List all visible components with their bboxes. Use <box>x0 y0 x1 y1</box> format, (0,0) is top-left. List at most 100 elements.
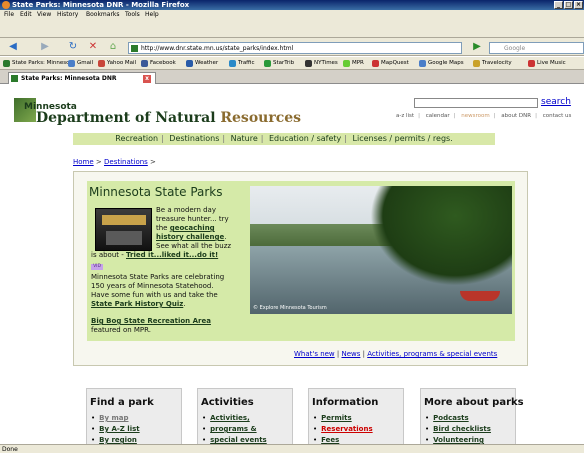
toplink-az[interactable]: a-z list <box>396 113 414 119</box>
news-links: What's new | News | Activities, programs… <box>294 350 498 358</box>
weather-icon <box>186 60 193 67</box>
news-link[interactable]: News <box>341 350 360 358</box>
feature-text: is about - Tried it...liked it...do it! <box>91 251 219 259</box>
breadcrumb: Home > Destinations > <box>73 158 156 166</box>
traffic-icon <box>229 60 236 67</box>
list-item[interactable]: Podcasts <box>425 413 491 424</box>
bookmark-item[interactable]: Live Music <box>528 57 566 69</box>
whats-new-link[interactable]: What's new <box>294 350 335 358</box>
list-item[interactable]: Permits <box>313 413 373 424</box>
bookmark-item[interactable]: Gmail <box>68 57 93 69</box>
bookmark-item[interactable]: MPR <box>343 57 364 69</box>
list-item[interactable]: By map <box>91 413 140 424</box>
list-item[interactable]: Bird checklists <box>425 424 491 435</box>
bookmark-item[interactable]: Facebook <box>141 57 176 69</box>
toplink-newsroom[interactable]: newsroom <box>461 113 489 119</box>
box-title: Activities <box>201 397 254 408</box>
window-titlebar: State Parks: Minnesota DNR - Mozilla Fir… <box>0 0 584 10</box>
main-nav: Recreation | Destinations | Nature | Educat… <box>73 133 495 145</box>
canoe-image <box>460 291 500 301</box>
history-quiz-link[interactable]: State Park History Quiz <box>91 300 183 308</box>
history-challenge-link[interactable]: history challenge <box>156 233 224 241</box>
menu-tools[interactable]: Tools <box>125 10 140 20</box>
bookmark-item[interactable]: Travelocity <box>473 57 512 69</box>
nytimes-icon <box>305 60 312 67</box>
nav-recreation[interactable]: Recreation <box>115 134 158 143</box>
feature-text: See what all the buzz <box>156 242 232 250</box>
startrib-icon <box>264 60 271 67</box>
menu-view[interactable]: View <box>37 10 51 20</box>
activities-box: Activities Activities, programs & specia… <box>197 388 293 444</box>
tab-state-parks[interactable]: State Parks: Minnesota DNR x <box>8 72 156 84</box>
lake-canoe-photo[interactable]: © Explore Minnesota Tourism <box>250 186 512 314</box>
home-icon[interactable]: ⌂ <box>106 41 120 53</box>
menu-bookmarks[interactable]: Bookmarks <box>86 10 120 20</box>
list-item[interactable]: By region <box>91 435 140 444</box>
big-bog-link[interactable]: Big Bog State Recreation Area <box>91 317 211 325</box>
bookmark-item[interactable]: Google Maps <box>419 57 464 69</box>
toplink-calendar[interactable]: calendar <box>426 113 450 119</box>
stop-icon[interactable]: ✕ <box>86 41 100 53</box>
bookmarks-toolbar: State Parks: Minneso... Gmail Yahoo Mail… <box>0 57 584 70</box>
google-maps-icon <box>419 60 426 67</box>
list-item[interactable]: Fees <box>313 435 373 444</box>
back-icon[interactable]: ◀ <box>6 41 20 53</box>
travelocity-icon <box>473 60 480 67</box>
bookmark-item[interactable]: MapQuest <box>372 57 409 69</box>
search-input[interactable]: Google <box>489 42 584 54</box>
menu-history[interactable]: History <box>57 10 78 20</box>
bookmark-item[interactable]: StarTrib <box>264 57 294 69</box>
menu-file[interactable]: File <box>4 10 14 20</box>
list-item[interactable]: Reservations <box>313 424 373 435</box>
menu-edit[interactable]: Edit <box>20 10 32 20</box>
site-search-input[interactable] <box>414 98 538 108</box>
list-item[interactable]: special events <box>202 435 267 444</box>
more-about-parks-box: More about parks Podcasts Bird checklist… <box>420 388 524 444</box>
activities-events-link[interactable]: Activities, programs & special events <box>367 350 497 358</box>
minimize-button[interactable]: _ <box>554 1 563 9</box>
bookmark-item[interactable]: Traffic <box>229 57 255 69</box>
bookmark-item[interactable]: State Parks: Minneso... <box>3 57 75 69</box>
toplink-about[interactable]: about DNR <box>501 113 531 119</box>
yahoo-icon <box>98 60 105 67</box>
go-icon[interactable]: ▶ <box>470 41 484 53</box>
feature-text: State Park History Quiz. <box>91 300 186 308</box>
url-text: http://www.dnr.state.mn.us/state_parks/i… <box>141 45 294 52</box>
feature-text: Be a modern day <box>156 206 216 214</box>
nav-destinations[interactable]: Destinations <box>169 134 219 143</box>
menubar: File Edit View History Bookmarks Tools H… <box>0 10 584 38</box>
history-book-image <box>95 208 152 251</box>
top-links: a-z list | calendar | newsroom | about DNR |… <box>396 113 572 119</box>
video-badge[interactable]: VID <box>91 264 103 270</box>
list-item[interactable]: Activities, <box>202 413 267 424</box>
menu-help[interactable]: Help <box>145 10 159 20</box>
bookmark-item[interactable]: NYTimes <box>305 57 338 69</box>
tab-close-icon[interactable]: x <box>143 75 151 83</box>
forward-icon[interactable]: ▶ <box>38 41 52 53</box>
facebook-icon <box>141 60 148 67</box>
bookmark-item[interactable]: Weather <box>186 57 218 69</box>
logo-department[interactable]: Department of Natural Resources <box>36 110 301 126</box>
url-input[interactable]: http://www.dnr.state.mn.us/state_parks/i… <box>128 42 462 54</box>
box-title: More about parks <box>424 397 524 408</box>
nav-licenses[interactable]: Licenses / permits / regs. <box>353 134 453 143</box>
maximize-button[interactable]: □ <box>564 1 573 9</box>
tried-it-link[interactable]: Tried it...liked it...do it! <box>126 251 218 259</box>
bookmark-item[interactable]: Yahoo Mail <box>98 57 136 69</box>
breadcrumb-destinations[interactable]: Destinations <box>104 158 148 166</box>
list-item[interactable]: Volunteering <box>425 435 491 444</box>
box-title: Find a park <box>90 397 154 408</box>
toplink-contact[interactable]: contact us <box>543 113 572 119</box>
geocaching-link[interactable]: geocaching <box>170 224 215 232</box>
close-window-button[interactable]: × <box>574 1 583 9</box>
bookmark-icon <box>3 60 10 67</box>
list-item[interactable]: By A-Z list <box>91 424 139 435</box>
list-item[interactable]: programs & <box>202 424 267 435</box>
reload-icon[interactable]: ↻ <box>66 41 80 53</box>
site-search-button[interactable]: search <box>541 97 571 107</box>
mpr-icon <box>343 60 350 67</box>
breadcrumb-home[interactable]: Home <box>73 158 94 166</box>
feature-text: featured on MPR. <box>91 326 151 334</box>
nav-nature[interactable]: Nature <box>231 134 258 143</box>
nav-education[interactable]: Education / safety <box>269 134 341 143</box>
